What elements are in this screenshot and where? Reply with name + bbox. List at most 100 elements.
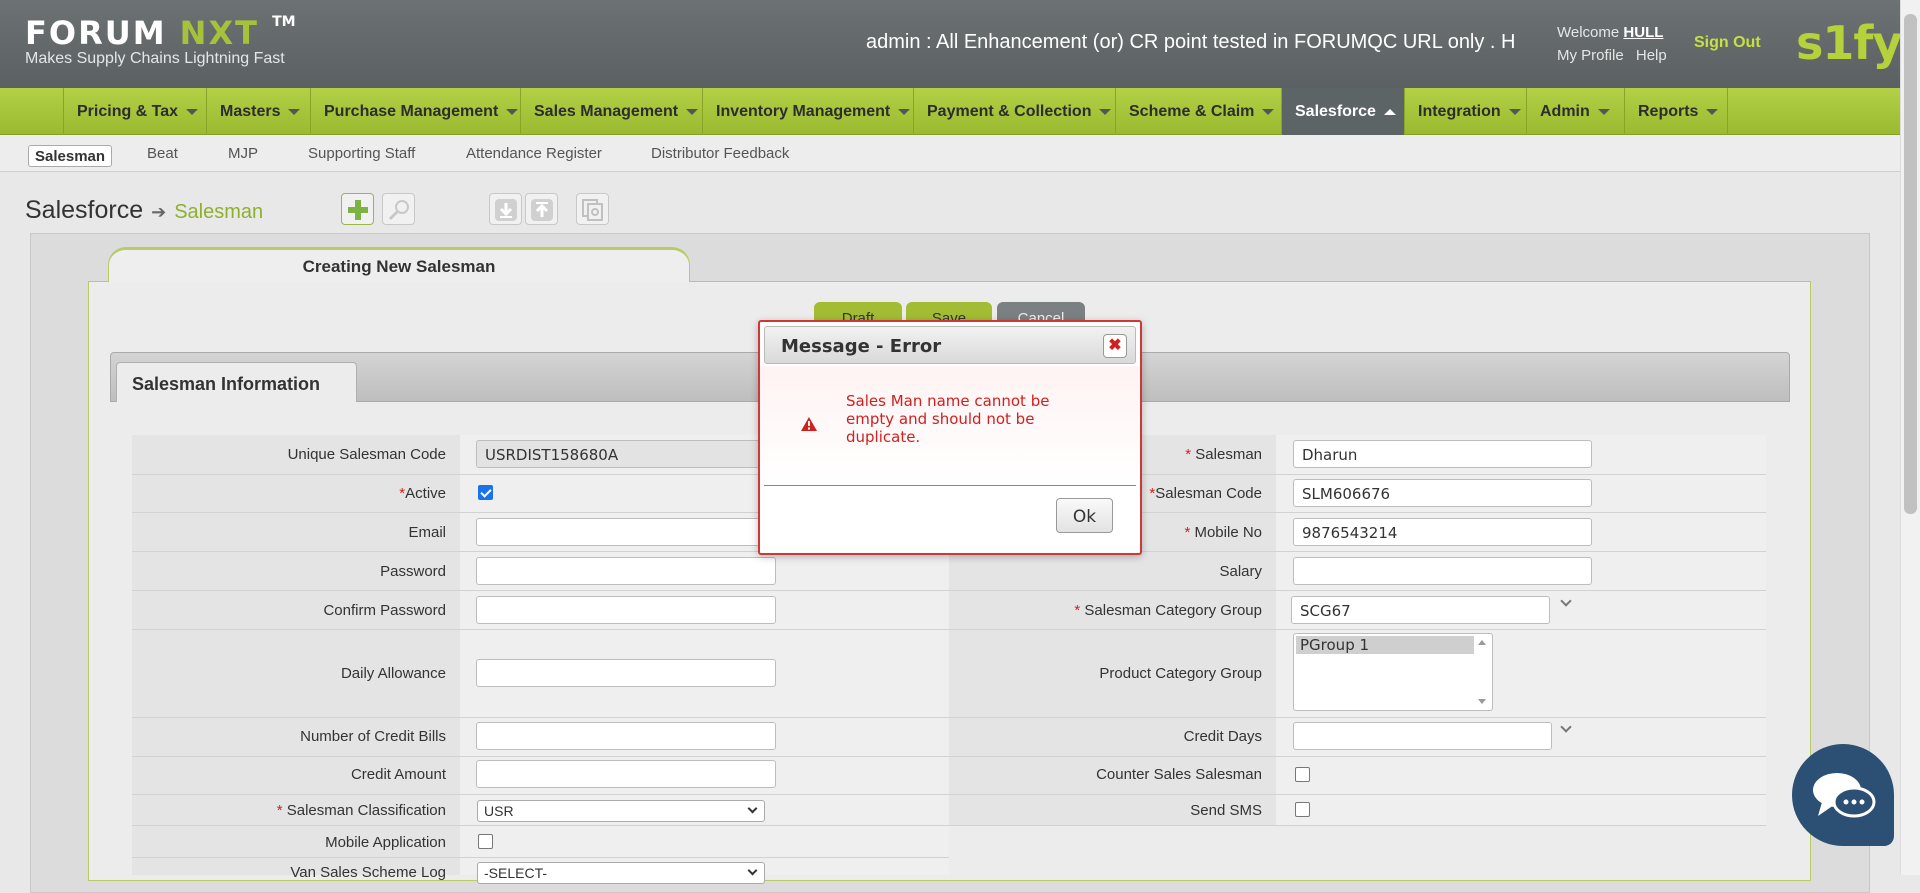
chat-widget-button[interactable] [1792,744,1894,846]
breadcrumb-current: Salesman [174,201,264,223]
dialog-divider [764,485,1136,486]
confirm-password-field[interactable] [476,596,776,624]
export-button[interactable] [525,193,558,225]
header-links: My Profile Help [1557,47,1675,64]
daily-allowance-field[interactable] [476,659,776,687]
send-sms-checkbox[interactable] [1295,802,1310,817]
caret-down-icon [1262,108,1275,115]
email-label: Email [408,524,446,541]
nav-label: Admin [1540,102,1590,120]
scroll-down-icon[interactable] [1478,699,1486,704]
download-icon [495,199,517,221]
nav-item-masters[interactable]: Masters [206,88,310,135]
breadcrumb-root[interactable]: Salesforce [25,196,143,224]
chat-icon [1813,773,1876,818]
help-link[interactable]: Help [1636,47,1667,64]
sify-logo: s1fy [1796,16,1902,70]
row-divider [132,825,1766,826]
scroll-up-icon[interactable] [1478,640,1486,645]
nav-item-admin[interactable]: Admin [1526,88,1624,135]
import-button[interactable] [489,193,522,225]
subnav-salesman[interactable]: Salesman [28,145,113,167]
subnav-supporting-staff[interactable]: Supporting Staff [308,145,415,162]
mobile-application-checkbox[interactable] [478,834,493,849]
salesman-name-field[interactable]: Dharun [1293,440,1592,468]
nav-label: Pricing & Tax [77,102,179,120]
copy-button[interactable] [576,193,609,225]
nav-item-payment-collection[interactable]: Payment & Collection [913,88,1115,135]
list-item[interactable]: PGroup 1 [1296,636,1474,654]
sub-nav: Salesman Beat MJP Supporting Staff Atten… [0,135,1900,172]
logo-tagline: Makes Supply Chains Lightning Fast [25,50,285,67]
salesman-category-group-field[interactable]: SCG67 [1291,596,1550,624]
caret-up-icon [1383,108,1396,115]
caret-down-icon [288,108,301,115]
nav-item-sales-management[interactable]: Sales Management [520,88,702,135]
confirm-password-label: Confirm Password [323,602,446,619]
credit-days-field[interactable] [1293,722,1552,750]
van-sales-value: -SELECT- [484,865,548,881]
dialog-header: Message - Error ✖ [764,326,1136,364]
password-label: Password [380,563,446,580]
salesman-category-group-label: * Salesman Category Group [949,602,1262,619]
product-category-group-listbox[interactable]: PGroup 1 [1293,633,1493,711]
caret-down-icon [186,108,199,115]
salesman-code-field[interactable]: SLM606676 [1293,479,1592,507]
nav-item-purchase-management[interactable]: Purchase Management [310,88,520,135]
ok-button[interactable]: Ok [1056,498,1113,533]
active-label: *Active [132,485,446,502]
sign-out-link[interactable]: Sign Out [1694,34,1761,52]
subnav-beat[interactable]: Beat [147,145,178,162]
nav-label: Inventory Management [716,102,891,120]
nav-item-pricing-tax[interactable]: Pricing & Tax [63,88,206,135]
salesman-information-tab[interactable]: Salesman Information [116,362,357,402]
active-checkbox[interactable] [478,485,493,500]
row-divider [132,794,1766,795]
nav-label: Integration [1418,102,1501,120]
dialog-body: Sales Man name cannot be empty and shoul… [760,366,1140,486]
product-category-group-label: Product Category Group [1099,665,1262,682]
subnav-distributor-feedback[interactable]: Distributor Feedback [651,145,789,162]
app-header: FORUM NXT TM Makes Supply Chains Lightni… [0,0,1902,88]
unique-salesman-code-field: USRDIST158680A [476,440,776,468]
van-sales-scheme-log-select[interactable]: -SELECT- [477,862,765,884]
required-mark: * [1074,602,1081,619]
subnav-attendance-register[interactable]: Attendance Register [466,145,602,162]
salesman-classification-label: * Salesman Classification [132,802,446,819]
main-nav: Pricing & Tax Masters Purchase Managemen… [0,88,1900,135]
counter-sales-salesman-label: Counter Sales Salesman [1096,766,1262,783]
search-edit-icon [388,200,409,221]
mobile-no-field[interactable]: 9876543214 [1293,518,1592,546]
salary-field[interactable] [1293,557,1592,585]
mobile-label-text: Mobile No [1194,524,1262,541]
my-profile-link[interactable]: My Profile [1557,47,1624,64]
nav-item-reports[interactable]: Reports [1624,88,1728,135]
nav-item-scheme-claim[interactable]: Scheme & Claim [1115,88,1281,135]
add-button[interactable] [341,193,374,225]
credit-amount-field[interactable] [476,760,776,788]
credit-bills-field[interactable] [476,722,776,750]
breadcrumb: Salesforce ➔ Salesman [25,196,263,225]
password-field[interactable] [476,557,776,585]
close-icon[interactable]: ✖ [1103,334,1127,358]
nav-item-inventory-management[interactable]: Inventory Management [702,88,913,135]
salesman-classification-select[interactable]: USR [477,800,765,822]
edit-button[interactable] [382,193,415,225]
page-scrollbar[interactable] [1900,0,1920,875]
chevron-down-icon [747,803,758,814]
scrollbar-thumb[interactable] [1904,14,1917,514]
email-field[interactable] [476,518,776,546]
nav-item-integration[interactable]: Integration [1404,88,1526,135]
welcome-user[interactable]: HULL [1623,24,1663,41]
counter-sales-salesman-checkbox[interactable] [1295,767,1310,782]
nav-label: Reports [1638,102,1699,120]
subnav-mjp[interactable]: MJP [228,145,258,162]
chevron-down-icon [747,865,758,876]
copy-zoom-icon [582,199,603,221]
nav-item-salesforce[interactable]: Salesforce [1281,88,1404,135]
caret-down-icon [686,108,699,115]
row-divider [132,857,949,858]
salary-label: Salary [1219,563,1262,580]
caret-down-icon [1597,108,1610,115]
classification-label-text: Salesman Classification [286,802,446,819]
